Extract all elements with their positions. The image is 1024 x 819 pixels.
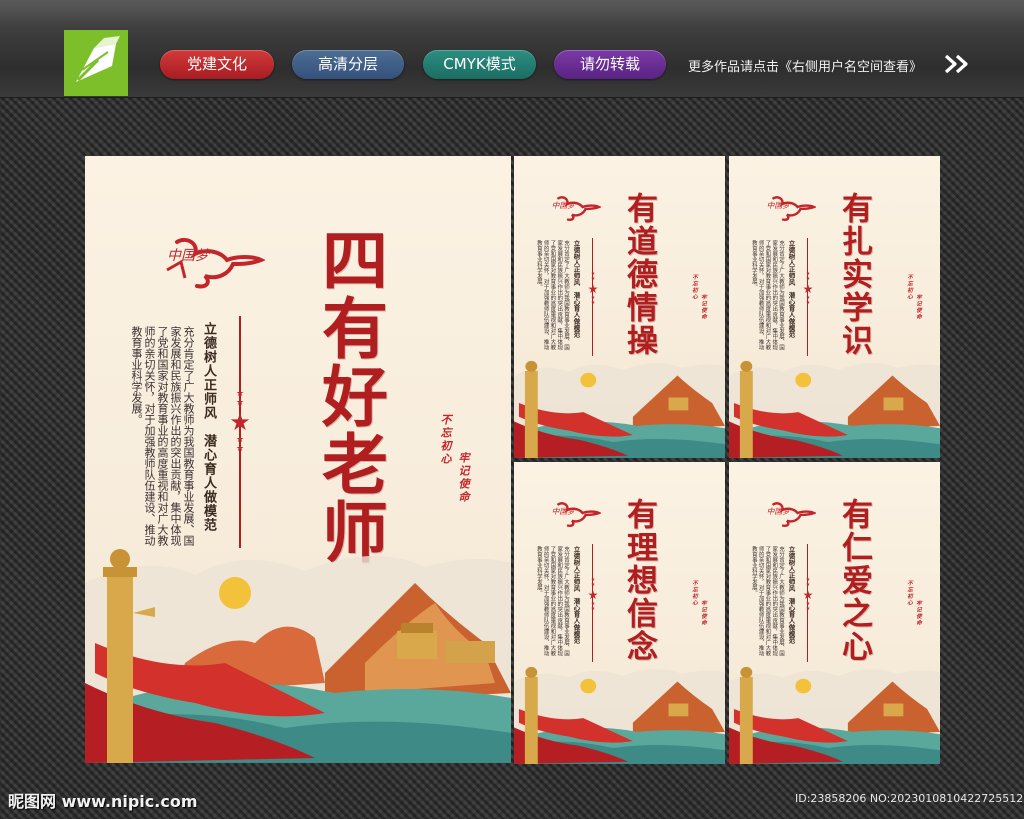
motto-line-2: 牢记使命 <box>915 294 921 320</box>
motto-line-2: 牢记使命 <box>700 294 706 320</box>
body-text: 充分肯定了广大教师为我国教育事业发展、国家发展和民族振兴作出的突出贡献，集中体现… <box>750 546 784 656</box>
emblem-text: 中国梦 <box>552 201 577 210</box>
china-dream-emblem-icon: 中国梦 <box>137 234 265 290</box>
small-poster-1: 中国梦 充分肯定了广大教师为我国教育事业发展、国家发展和民族振兴作出的突出贡献，… <box>514 156 725 458</box>
tag-dangjian[interactable]: 党建文化 <box>160 50 274 79</box>
motto-line-1: 不忘初心 <box>906 580 912 606</box>
slogan: 立德树人正师风 潜心育人做模范 <box>787 240 795 338</box>
motto-line-2: 牢记使命 <box>700 600 706 626</box>
landscape-illustration <box>514 654 725 764</box>
body-text: 充分肯定了广大教师为我国教育事业发展、国家发展和民族振兴作出的突出贡献，集中体现… <box>130 326 195 546</box>
motto-line-1: 不忘初心 <box>691 274 697 300</box>
china-dream-emblem-icon: 中国梦 <box>754 500 816 528</box>
body-text: 充分肯定了广大教师为我国教育事业发展、国家发展和民族振兴作出的突出贡献，集中体现… <box>750 240 784 350</box>
emblem-text: 中国梦 <box>552 507 577 516</box>
china-dream-emblem-icon: 中国梦 <box>754 194 816 222</box>
china-dream-emblem-icon: 中国梦 <box>539 500 601 528</box>
emblem-text: 中国梦 <box>767 201 792 210</box>
small-poster-3: 中国梦 充分肯定了广大教师为我国教育事业发展、国家发展和民族振兴作出的突出贡献，… <box>514 462 725 764</box>
slogan: 立德树人正师风 潜心育人做模范 <box>572 240 580 338</box>
tag-cmyk[interactable]: CMYK模式 <box>423 50 536 79</box>
poster-title: 有理想信念 <box>621 498 657 663</box>
star-decoration: ★ ★ ★ ★ ★ <box>587 577 599 612</box>
motto-line-1: 不忘初心 <box>691 580 697 606</box>
body-text: 充分肯定了广大教师为我国教育事业发展、国家发展和民族振兴作出的突出贡献，集中体现… <box>535 546 569 656</box>
small-poster-2: 中国梦 充分肯定了广大教师为我国教育事业发展、国家发展和民族振兴作出的突出贡献，… <box>729 156 940 458</box>
slogan: 立德树人正师风 潜心育人做模范 <box>787 546 795 644</box>
double-chevron-right-icon[interactable] <box>944 54 972 74</box>
slogan: 立德树人正师风 潜心育人做模范 <box>201 322 216 532</box>
star-decoration: ★ ★ ★ ★ ★ <box>802 271 814 306</box>
site-watermark: 昵图网 www.nipic.com <box>8 792 198 811</box>
top-banner: 党建文化 高清分层 CMYK模式 请勿转载 更多作品请点击《右侧用户名空间查看》 <box>0 0 1024 98</box>
poster-title: 有道德情操 <box>621 192 657 357</box>
poster-title: 四有好老师 <box>311 226 389 566</box>
motto-line-1: 不忘初心 <box>439 414 452 466</box>
motto-line-1: 不忘初心 <box>906 274 912 300</box>
image-id: ID:23858206 NO:20230108104227255121 <box>795 792 1024 805</box>
more-works-link[interactable]: 更多作品请点击《右侧用户名空间查看》 <box>688 56 922 75</box>
landscape-illustration <box>85 523 511 763</box>
landscape-illustration <box>729 654 940 764</box>
tag-no-repost[interactable]: 请勿转载 <box>554 50 666 79</box>
star-decoration: ★ ★ ★ ★ ★ <box>587 271 599 306</box>
slogan: 立德树人正师风 潜心育人做模范 <box>572 546 580 644</box>
star-decoration: ★ ★ ★ ★ ★ <box>229 389 251 454</box>
tag-hd-layers[interactable]: 高清分层 <box>292 50 404 79</box>
motto-line-2: 牢记使命 <box>915 600 921 626</box>
poster-title: 有扎实学识 <box>836 192 872 357</box>
landscape-illustration <box>514 348 725 458</box>
landscape-illustration <box>729 348 940 458</box>
body-text: 充分肯定了广大教师为我国教育事业发展、国家发展和民族振兴作出的突出贡献，集中体现… <box>535 240 569 350</box>
china-dream-emblem-icon: 中国梦 <box>539 194 601 222</box>
poster-title: 有仁爱之心 <box>836 498 872 663</box>
main-poster: 中国梦 充分肯定了广大教师为我国教育事业发展、国家发展和民族振兴作出的突出贡献，… <box>85 156 511 763</box>
emblem-text: 中国梦 <box>167 248 211 264</box>
motto-line-2: 牢记使命 <box>457 452 470 504</box>
pen-nib-icon[interactable] <box>64 30 128 96</box>
emblem-text: 中国梦 <box>767 507 792 516</box>
star-decoration: ★ ★ ★ ★ ★ <box>802 577 814 612</box>
small-poster-4: 中国梦 充分肯定了广大教师为我国教育事业发展、国家发展和民族振兴作出的突出贡献，… <box>729 462 940 764</box>
